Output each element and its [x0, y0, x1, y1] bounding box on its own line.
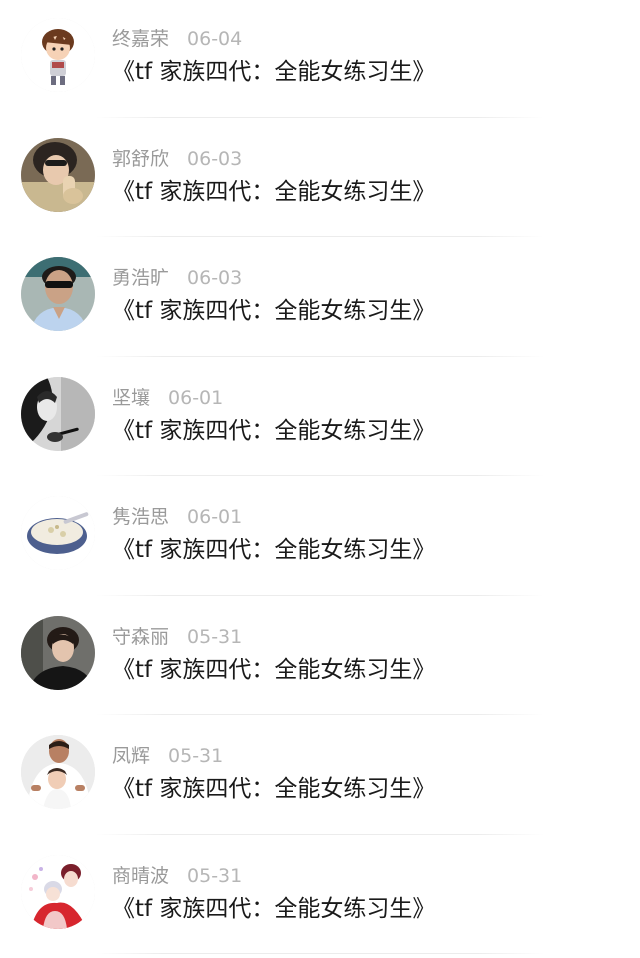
list-item[interactable]: 商晴波 05-31 《tf 家族四代：全能女练习生》: [0, 837, 640, 957]
list-item[interactable]: 坚壤 06-01 《tf 家族四代：全能女练习生》: [0, 359, 640, 479]
list-item[interactable]: 终嘉荣 06-04 《tf 家族四代：全能女练习生》: [0, 0, 640, 120]
comment-text: 《tf 家族四代：全能女练习生》: [112, 59, 436, 85]
comment-text: 《tf 家族四代：全能女练习生》: [112, 656, 436, 683]
comment-date: 06-04: [187, 28, 243, 50]
comment-date: 05-31: [187, 625, 243, 648]
comment-text: 《tf 家族四代：全能女练习生》: [112, 417, 436, 444]
user-name[interactable]: 守森丽: [112, 625, 169, 649]
comment-date: 06-01: [168, 386, 224, 409]
comment-text: 《tf 家族四代：全能女练习生》: [112, 776, 436, 802]
young-man-avatar[interactable]: [21, 615, 95, 690]
comment-date: 06-01: [187, 506, 243, 528]
user-name[interactable]: 终嘉荣: [112, 27, 169, 51]
cartoon-boy-avatar[interactable]: [21, 18, 95, 92]
comment-text: 《tf 家族四代：全能女练习生》: [112, 537, 436, 563]
comment-date: 06-03: [187, 147, 243, 170]
woman-bw-avatar[interactable]: [21, 376, 95, 451]
list-item[interactable]: 隽浩思 06-01 《tf 家族四代：全能女练习生》: [0, 478, 640, 598]
list-item[interactable]: 郭舒欣 06-03 《tf 家族四代：全能女练习生》: [0, 120, 640, 240]
user-name[interactable]: 郭舒欣: [112, 147, 169, 171]
comment-text: 《tf 家族四代：全能女练习生》: [112, 178, 436, 205]
comment-meta: 凤辉 05-31: [112, 744, 223, 768]
comment-meta: 隽浩思 06-01: [112, 505, 242, 529]
divider: [96, 355, 544, 357]
father-child-avatar[interactable]: [21, 735, 95, 809]
divider: [96, 475, 544, 476]
list-item[interactable]: 守森丽 05-31 《tf 家族四代：全能女练习生》: [0, 598, 640, 718]
comment-meta: 郭舒欣 06-03: [112, 147, 242, 171]
divider: [96, 116, 544, 118]
divider: [96, 714, 544, 715]
comment-date: 05-31: [187, 864, 243, 887]
user-name[interactable]: 隽浩思: [112, 505, 169, 529]
user-name[interactable]: 坚壤: [112, 386, 150, 410]
comment-meta: 勇浩旷 06-03: [112, 266, 242, 290]
comment-text: 《tf 家族四代：全能女练习生》: [112, 298, 436, 324]
list-item[interactable]: 勇浩旷 06-03 《tf 家族四代：全能女练习生》: [0, 239, 640, 359]
comment-list: 终嘉荣 06-04 《tf 家族四代：全能女练习生》 郭舒欣 06-03 《tf 家…: [0, 0, 640, 956]
comment-text: 《tf 家族四代：全能女练习生》: [112, 895, 436, 922]
woman-selfie-avatar[interactable]: [21, 137, 95, 212]
list-item[interactable]: 凤辉 05-31 《tf 家族四代：全能女练习生》: [0, 717, 640, 837]
comment-meta: 坚壤 06-01: [112, 386, 223, 410]
comment-meta: 守森丽 05-31: [112, 625, 242, 649]
man-sunglasses-avatar[interactable]: [21, 257, 95, 331]
divider: [96, 953, 544, 954]
comment-meta: 商晴波 05-31: [112, 864, 242, 888]
divider: [96, 833, 544, 835]
divider: [96, 594, 544, 596]
user-name[interactable]: 勇浩旷: [112, 266, 169, 290]
soup-bowl-avatar[interactable]: [21, 496, 95, 570]
anime-couple-avatar[interactable]: [21, 854, 95, 929]
comment-date: 05-31: [168, 745, 224, 767]
divider: [96, 236, 544, 237]
comment-meta: 终嘉荣 06-04: [112, 27, 242, 51]
comment-date: 06-03: [187, 267, 243, 289]
user-name[interactable]: 凤辉: [112, 744, 150, 768]
user-name[interactable]: 商晴波: [112, 864, 169, 888]
